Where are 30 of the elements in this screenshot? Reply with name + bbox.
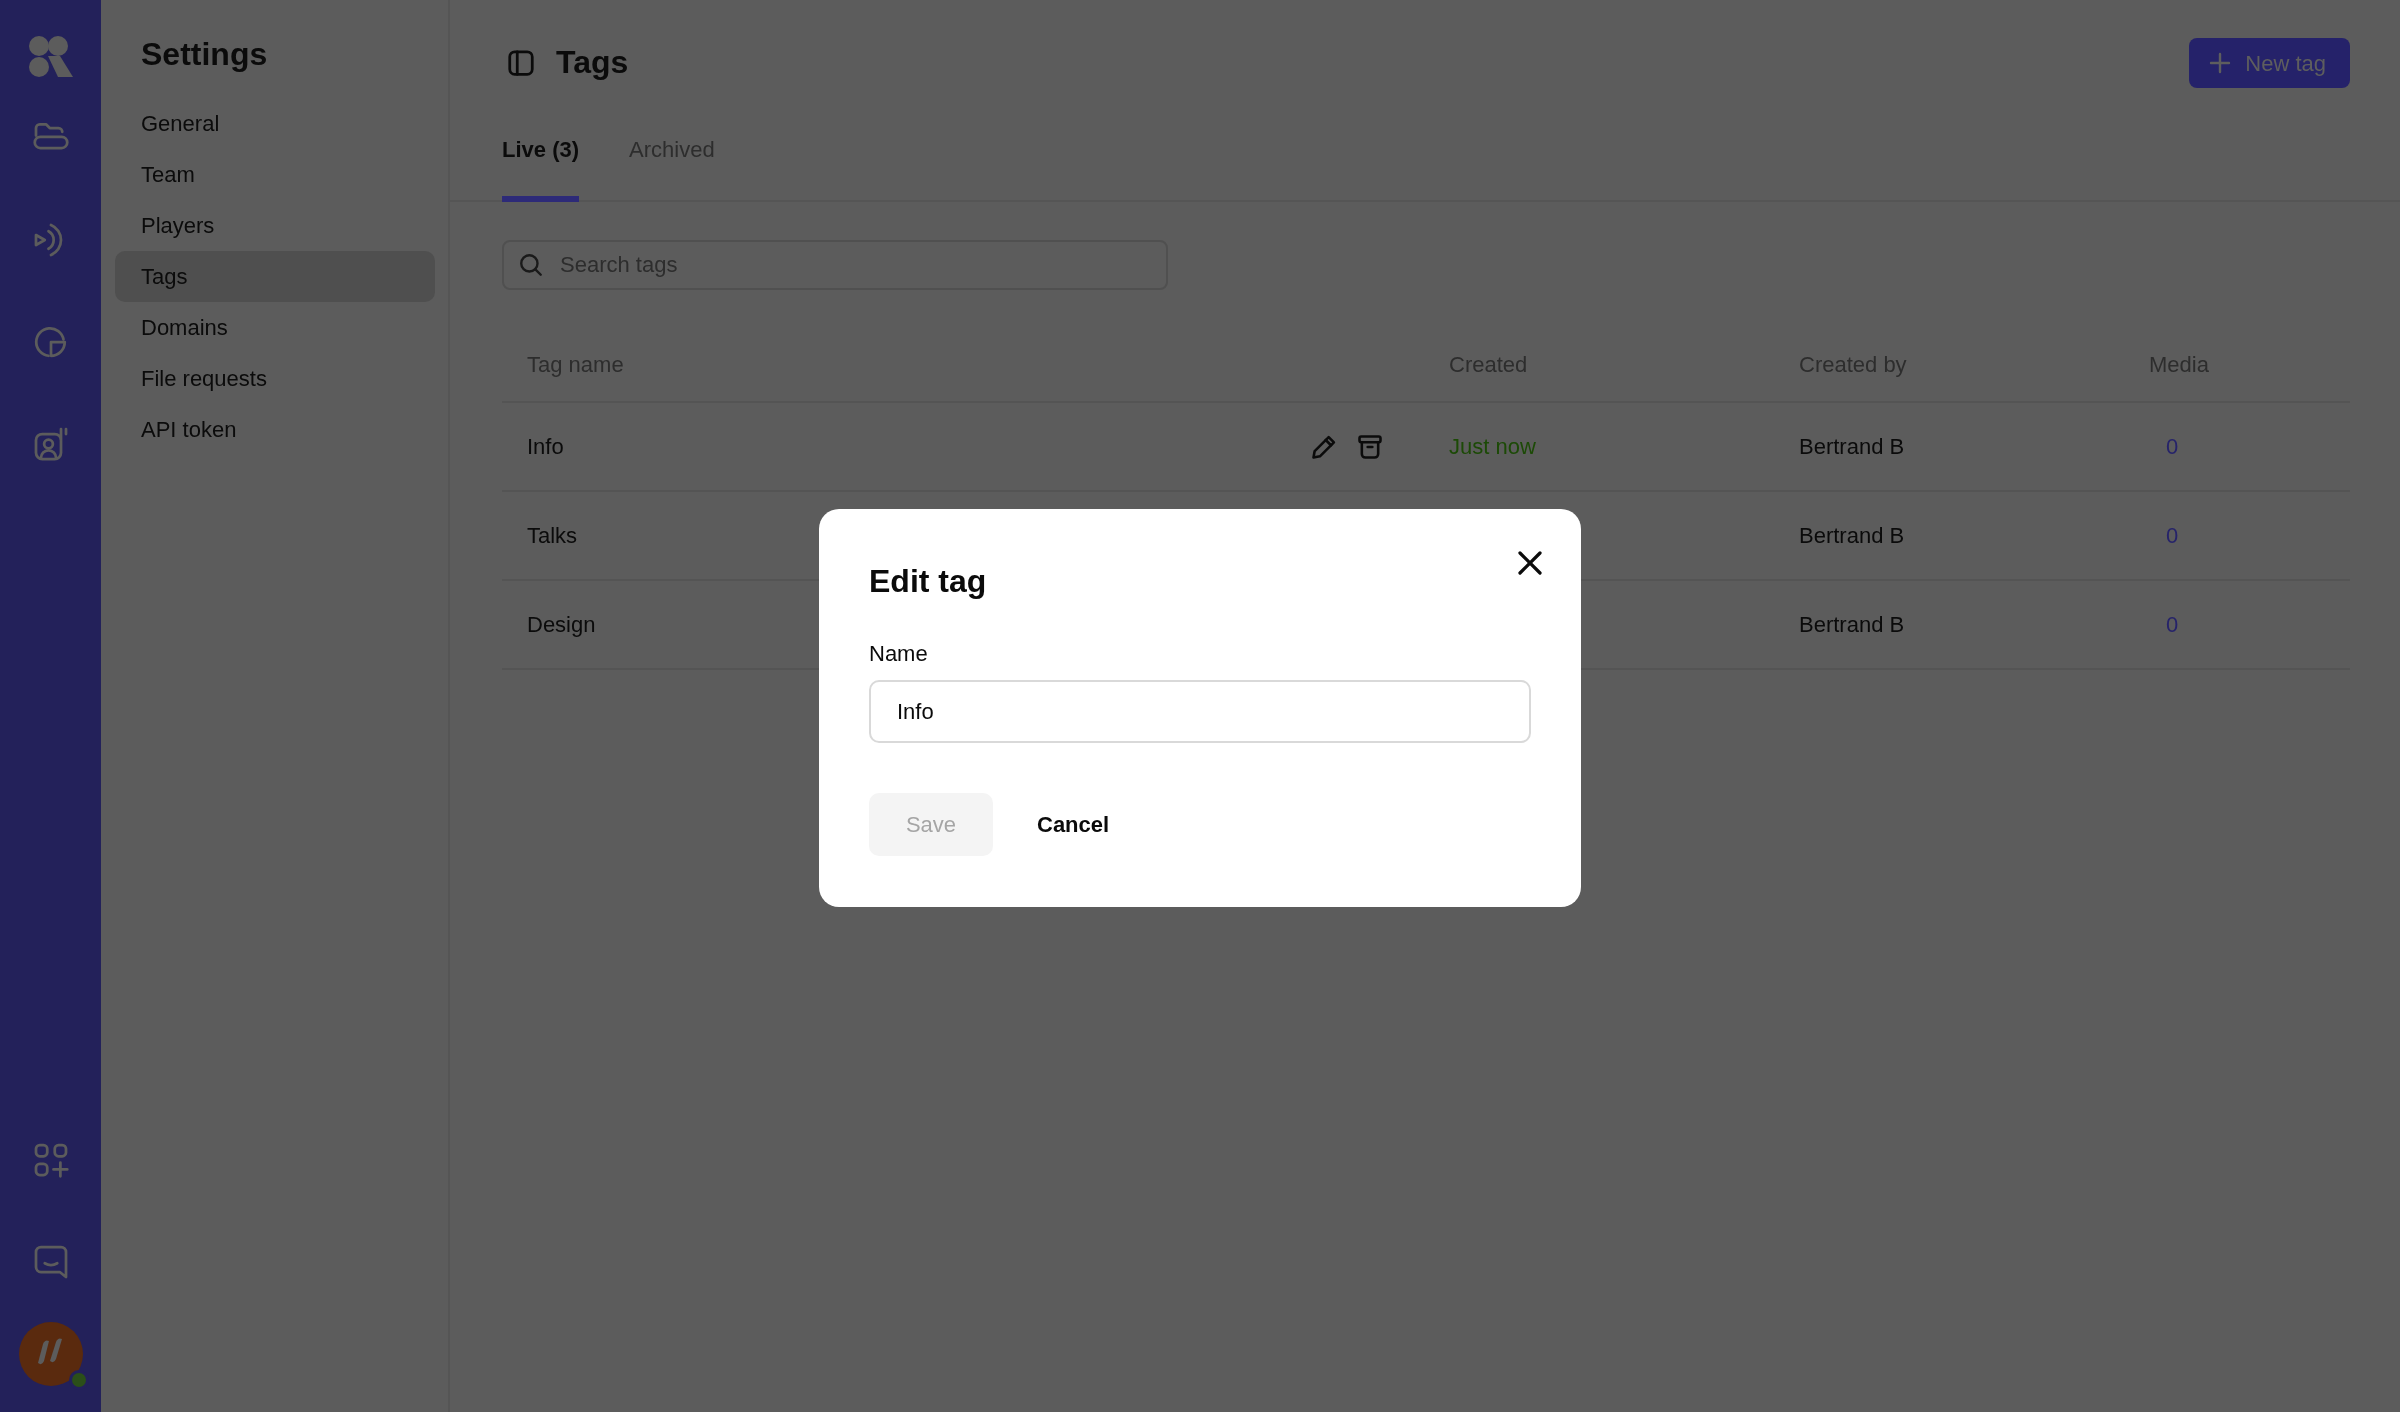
table-cell: Info [527, 434, 564, 459]
media-count-link[interactable]: 0 [2166, 434, 2179, 459]
settings-nav-item[interactable]: General [115, 98, 435, 149]
settings-nav-item[interactable]: Tags [115, 251, 435, 302]
dialog-title: Edit tag [869, 565, 988, 597]
media-count-link[interactable]: 0 [2166, 612, 2179, 637]
table-cell: Talks [527, 523, 578, 548]
settings-nav-item[interactable]: API token [115, 404, 435, 455]
table-cell: Design [527, 612, 596, 637]
archive-icon[interactable] [1356, 432, 1384, 461]
table-cell: Just now [1449, 434, 1536, 459]
page-title: Tags [556, 43, 629, 82]
table-cell: Bertrand B [1799, 612, 1905, 637]
name-input[interactable]: Info [869, 680, 1531, 743]
settings-nav-item[interactable]: Team [115, 149, 435, 200]
settings-nav-item[interactable]: Domains [115, 302, 435, 353]
sidebar-toggle-icon[interactable] [506, 48, 536, 78]
settings-title: Settings [141, 38, 269, 70]
table-cell: Bertrand B [1799, 434, 1905, 459]
table-cell: Bertrand B [1799, 523, 1905, 548]
search-icon [518, 252, 544, 278]
logo-icon[interactable] [27, 36, 74, 78]
field-label: Name [869, 640, 929, 668]
new-tag-button[interactable]: New tag [2189, 38, 2350, 88]
media-count-link[interactable]: 0 [2166, 523, 2179, 548]
cancel-button[interactable]: Cancel [1031, 807, 1116, 842]
tab[interactable]: Live (3) [502, 133, 580, 202]
settings-nav-item[interactable]: Players [115, 200, 435, 251]
settings-nav-item[interactable]: File requests [115, 353, 435, 404]
plus-icon [2209, 52, 2232, 74]
